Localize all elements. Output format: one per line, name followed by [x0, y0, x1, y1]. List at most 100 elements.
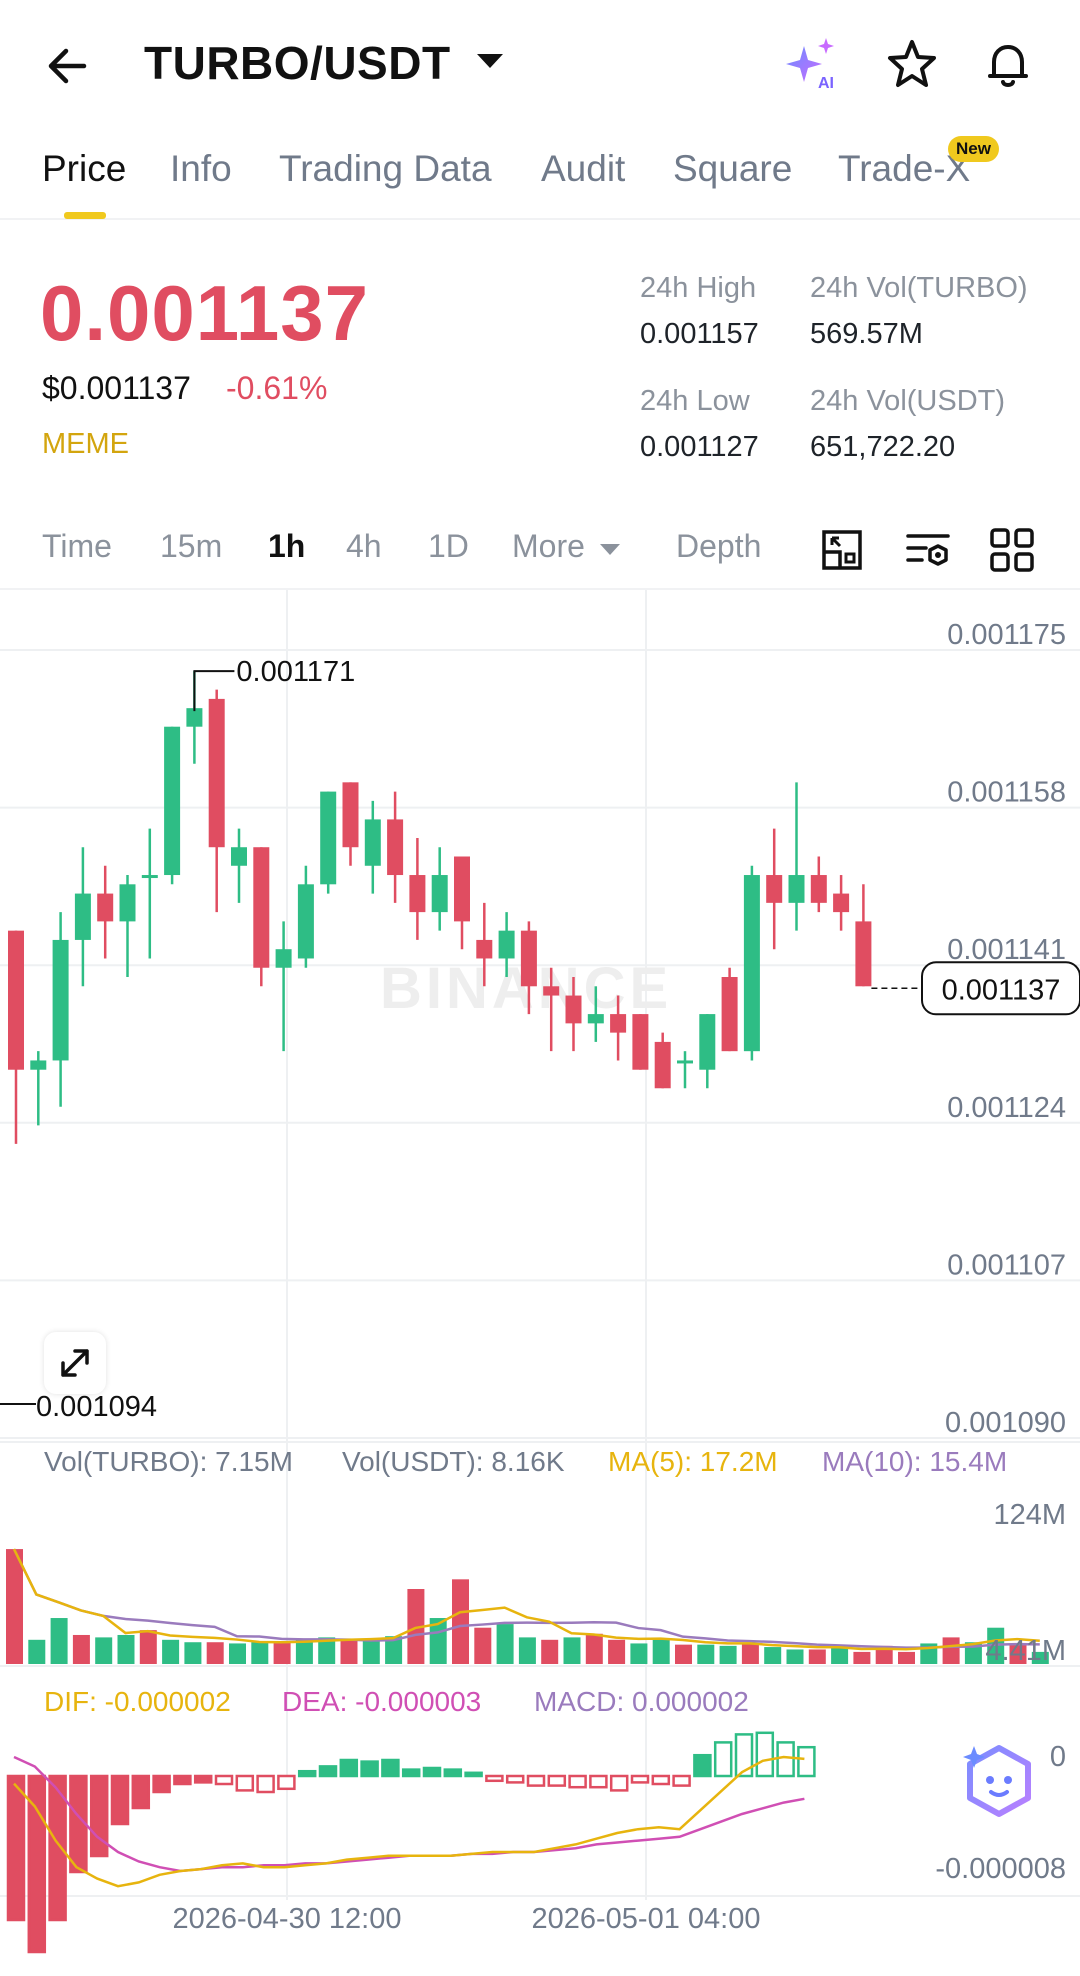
volume-bar	[139, 1630, 157, 1664]
volume-bar	[630, 1643, 648, 1664]
volume-tick-label: 4.41M	[985, 1635, 1066, 1667]
volume-bar	[28, 1639, 46, 1664]
candle-body	[855, 921, 872, 987]
candle-body	[766, 875, 783, 903]
current-price-label: 0.001137	[942, 974, 1061, 1006]
macd-histogram-bar	[526, 1774, 546, 1787]
price-tick-label: 0.001158	[947, 777, 1066, 809]
dif-legend: DIF: -0.000002	[44, 1686, 231, 1717]
volume-bar	[608, 1639, 626, 1664]
time-axis: 2026-04-30 12:00 2026-05-01 04:00	[173, 1903, 761, 1935]
volume-bar	[72, 1634, 90, 1664]
volume-bar	[741, 1643, 759, 1664]
ma5-legend: MA(5): 17.2M	[608, 1446, 778, 1477]
macd-histogram-bar	[110, 1774, 130, 1826]
volume-bar	[764, 1647, 782, 1664]
low-marker-label: 0.001094	[36, 1391, 157, 1423]
macd-histogram-bar	[630, 1774, 650, 1784]
fullscreen-button[interactable]	[44, 1332, 106, 1394]
candle-body	[275, 949, 292, 968]
candle-body	[632, 1014, 649, 1070]
candle-body	[699, 1014, 716, 1070]
macd-histogram-bar	[609, 1774, 629, 1792]
price-tick-label: 0.001090	[945, 1407, 1066, 1439]
volume-bar	[853, 1651, 871, 1664]
candle-body	[231, 847, 247, 866]
volume-bar	[697, 1644, 715, 1664]
macd-histogram-bar	[422, 1766, 442, 1778]
assistant-bot-button[interactable]	[958, 1740, 1040, 1822]
candle-body	[409, 875, 426, 913]
candle-body	[74, 893, 91, 940]
macd-histogram-bar	[297, 1769, 317, 1778]
candle-body	[654, 1041, 671, 1089]
macd-histogram-bar	[235, 1774, 255, 1792]
candle-body	[454, 856, 470, 922]
candle-body	[97, 893, 114, 922]
macd-histogram-bar	[89, 1774, 109, 1858]
candle-body	[833, 893, 850, 913]
candle-body	[387, 819, 404, 876]
volume-tick-label: 124M	[993, 1499, 1066, 1531]
candle-body	[141, 875, 158, 879]
macd-histogram-bar	[568, 1774, 587, 1789]
candle-body	[721, 977, 738, 1052]
volume-bar	[585, 1633, 603, 1664]
candle-body	[297, 884, 314, 959]
macd-histogram-bar	[713, 1741, 733, 1778]
volume-bar	[518, 1637, 536, 1664]
price-chart[interactable]: BINANCE 0.0011750.0011580.0011410.001124…	[0, 0, 1080, 1976]
volume-bar	[898, 1651, 915, 1664]
price-tick-label: 0.001124	[947, 1092, 1066, 1124]
candle-body	[364, 819, 381, 866]
macd-histogram-bar	[401, 1768, 421, 1778]
candle-body	[431, 875, 448, 913]
price-tick-label: 0.001175	[947, 619, 1066, 651]
expand-icon	[61, 1349, 89, 1377]
candle-body	[677, 1060, 693, 1064]
macd-histogram-bar	[318, 1765, 338, 1778]
volume-bar	[719, 1645, 737, 1664]
ma10-legend: MA(10): 15.4M	[822, 1446, 1008, 1477]
macd-histogram-bar	[693, 1753, 712, 1778]
macd-histogram-bar	[381, 1758, 400, 1778]
macd-histogram-bar	[797, 1745, 816, 1778]
candle-body	[810, 875, 827, 903]
price-axis: 0.0011750.0011580.0011410.0011240.001107…	[945, 619, 1066, 1439]
candle-body	[543, 986, 560, 996]
volume-bar	[229, 1643, 246, 1664]
candle-body	[476, 939, 493, 959]
macd-histogram-bar	[505, 1774, 525, 1784]
candle-body	[520, 930, 537, 987]
current-price-line: 0.001137	[871, 961, 1080, 1016]
ma5-line	[12, 1548, 1040, 1651]
candle-body	[587, 1014, 604, 1024]
candle-body	[743, 875, 760, 1052]
macd-histogram-bar	[485, 1774, 504, 1783]
ma10-line	[12, 1548, 1040, 1649]
volume-bar	[675, 1644, 692, 1664]
volume-bar	[786, 1649, 804, 1664]
macd-tick-label: 0	[1050, 1741, 1066, 1773]
volume-bar	[95, 1637, 113, 1664]
macd-histogram-bar	[256, 1774, 275, 1794]
bot-icon	[963, 1745, 1031, 1817]
volume-bar	[452, 1579, 469, 1664]
volume-bar	[942, 1637, 960, 1664]
vol-base-legend: Vol(TURBO): 7.15M	[44, 1446, 293, 1477]
macd-histogram-bar	[193, 1774, 213, 1784]
candle-body	[30, 1060, 47, 1070]
candle-body	[788, 875, 805, 903]
volume-bar	[6, 1549, 23, 1664]
candle-body	[498, 930, 515, 959]
candle-body	[342, 782, 359, 848]
candle-body	[8, 930, 24, 1070]
candle-body	[565, 995, 582, 1024]
macd-histogram-bar	[547, 1774, 567, 1787]
macd-histogram-bar	[173, 1774, 192, 1786]
macd-histogram-bar	[214, 1774, 234, 1786]
macd-histogram-bar	[131, 1774, 151, 1810]
volume-bar	[362, 1638, 380, 1664]
candle-body	[610, 1014, 627, 1033]
volume-bar	[541, 1639, 559, 1664]
